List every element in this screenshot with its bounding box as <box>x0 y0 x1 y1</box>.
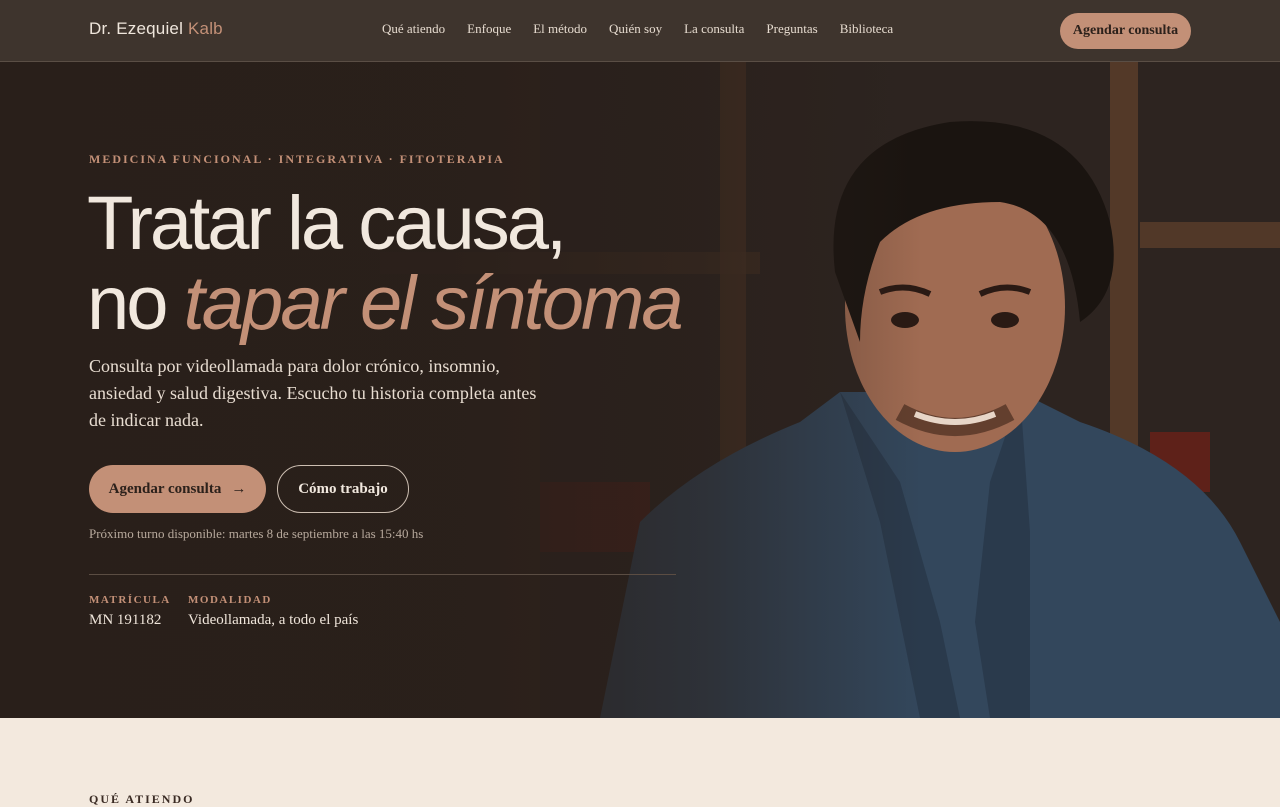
meta-license-value: MN 191182 <box>89 612 162 628</box>
arrow-right-icon: → <box>231 480 247 497</box>
brand-last-name: Kalb <box>188 19 223 38</box>
hero-eyebrow: MEDICINA FUNCIONAL · INTEGRATIVA · FITOT… <box>89 152 505 166</box>
nav-schedule-button[interactable]: Agendar consulta <box>1060 13 1191 49</box>
nav-link-quien-soy[interactable]: Quién soy <box>609 21 662 37</box>
meta-modality: MODALIDAD Videollamada, a todo el país <box>188 594 358 629</box>
what-i-treat-section: QUÉ ATIENDO <box>0 718 1280 806</box>
meta-modality-label: MODALIDAD <box>188 594 272 606</box>
how-i-work-button[interactable]: Cómo trabajo <box>277 465 409 513</box>
meta-modality-value: Videollamada, a todo el país <box>188 612 359 628</box>
nav-link-preguntas[interactable]: Preguntas <box>766 21 817 37</box>
schedule-consultation-label: Agendar consulta <box>108 480 222 497</box>
nav-links: Qué atiendo Enfoque El método Quién soy … <box>382 21 893 37</box>
meta-license: MATRÍCULA MN 191182 <box>89 594 171 629</box>
hero-divider <box>89 574 676 575</box>
nav-link-enfoque[interactable]: Enfoque <box>467 21 511 37</box>
nav-link-que-atiendo[interactable]: Qué atiendo <box>382 21 445 37</box>
hero-title-line-2: no tapar el síntoma <box>87 261 684 346</box>
hero-title-line-1: Tratar la causa, <box>87 181 567 266</box>
nav-link-biblioteca[interactable]: Biblioteca <box>840 21 893 37</box>
nav-link-el-metodo[interactable]: El método <box>533 21 587 37</box>
top-navbar: Dr. Ezequiel Kalb Qué atiendo Enfoque El… <box>0 0 1280 62</box>
hero-section: MEDICINA FUNCIONAL · INTEGRATIVA · FITOT… <box>0 62 1280 718</box>
hero-title-emphasis: tapar el síntoma <box>183 261 684 346</box>
next-available-slot: Próximo turno disponible: martes 8 de se… <box>89 526 424 541</box>
hero-title: Tratar la causa, no tapar el síntoma <box>87 181 684 346</box>
hero-title-plain: no <box>87 261 169 346</box>
schedule-consultation-button[interactable]: Agendar consulta → <box>89 465 266 513</box>
brand-first-name: Dr. Ezequiel <box>89 19 184 38</box>
hero-lede: Consulta por videollamada para dolor cró… <box>89 356 537 430</box>
meta-license-label: MATRÍCULA <box>89 594 171 606</box>
nav-link-la-consulta[interactable]: La consulta <box>684 21 744 37</box>
brand-logo[interactable]: Dr. Ezequiel Kalb <box>89 19 223 39</box>
